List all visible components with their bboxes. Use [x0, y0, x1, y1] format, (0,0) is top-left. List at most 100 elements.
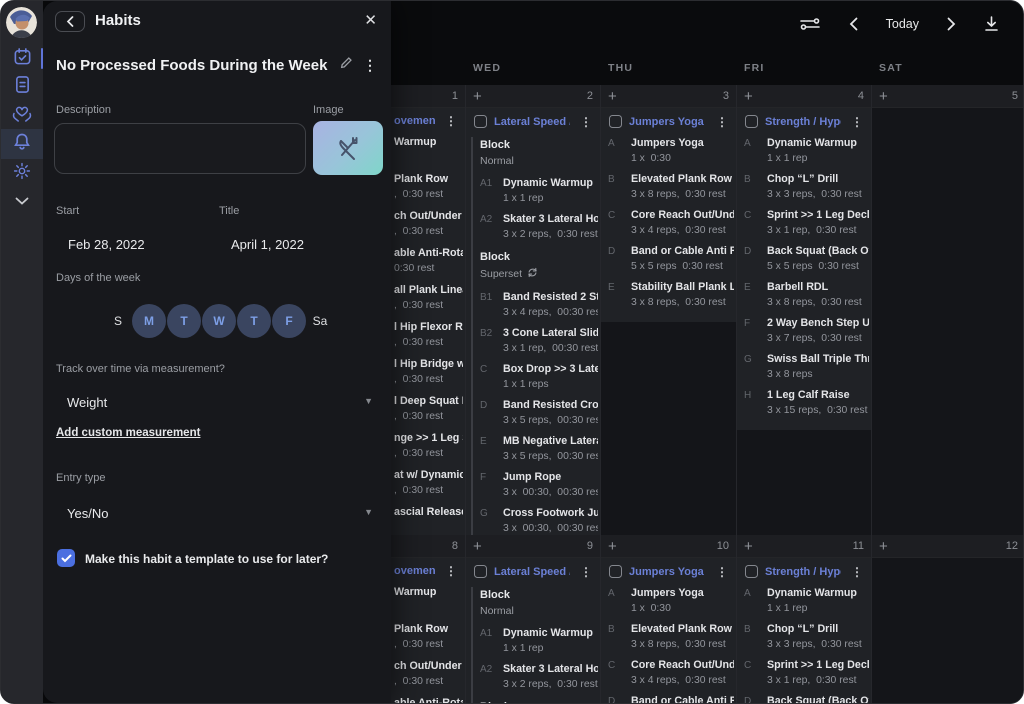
sidebar-item-gear[interactable]: [1, 159, 43, 187]
workout-card[interactable]: ovement Q...⋮WarmupPlank Row, 0:30 restc…: [391, 558, 465, 703]
sidebar-item-calendar-check[interactable]: [1, 45, 43, 73]
exercise-row[interactable]: ADynamic Warmup1 x 1 rep: [737, 587, 871, 623]
day-cell-body[interactable]: [872, 558, 1024, 703]
exercise-row[interactable]: A1Dynamic Warmup1 x 1 rep: [473, 177, 600, 213]
add-entry-icon[interactable]: +: [608, 539, 617, 554]
add-entry-icon[interactable]: +: [473, 539, 482, 554]
chevron-down-icon[interactable]: ▼: [364, 507, 373, 517]
start-date-value[interactable]: Feb 28, 2022: [68, 237, 145, 252]
workout-title[interactable]: Jumpers Yoga / Core: [629, 116, 706, 128]
sidebar-item-bell[interactable]: [1, 129, 43, 159]
day-cell-body[interactable]: ovement Q...⋮WarmupPlank Row, 0:30 restc…: [391, 108, 465, 535]
exercise-row[interactable]: CSprint >> 1 Leg Declarations3 x 1 rep, …: [737, 209, 871, 245]
sidebar-item-document[interactable]: [1, 73, 43, 101]
exercise-row[interactable]: CCore Reach Out/Under3 x 4 reps, 0:30 re…: [601, 209, 736, 245]
habit-image-tile[interactable]: [313, 121, 383, 175]
description-input[interactable]: [54, 123, 306, 174]
download-icon[interactable]: [984, 16, 999, 32]
workout-card[interactable]: Strength / Hypertro... ⋮ ADynamic Warmup1 …: [737, 108, 871, 430]
exercise-row[interactable]: BElevated Plank Row3 x 8 reps, 0:30 rest: [601, 173, 736, 209]
exercise-row[interactable]: F2 Way Bench Step Up3 x 7 reps, 0:30 res…: [737, 317, 871, 353]
template-checkbox[interactable]: [57, 549, 75, 567]
workout-title[interactable]: Lateral Speed / Plyo: [494, 566, 570, 578]
day-cell-body[interactable]: ovement Q...⋮WarmupPlank Row, 0:30 restc…: [391, 558, 465, 703]
workout-checkbox[interactable]: [609, 565, 622, 578]
workout-checkbox[interactable]: [745, 565, 758, 578]
back-button[interactable]: [55, 11, 85, 32]
exercise-row[interactable]: H1 Leg Calf Raise3 x 15 reps, 0:30 rest: [737, 389, 871, 425]
add-entry-icon[interactable]: +: [879, 89, 888, 104]
exercise-row[interactable]: AJumpers Yoga1 x 0:30: [601, 137, 736, 173]
exercise-row[interactable]: A1Dynamic Warmup1 x 1 rep: [473, 627, 600, 663]
workout-card[interactable]: Lateral Speed / Plyo⋮BlockNormalA1Dynami…: [466, 108, 600, 535]
exercise-row[interactable]: B1Band Resisted 2 Step Late...3 x 4 reps…: [473, 291, 600, 327]
entry-type-select[interactable]: Yes/No: [67, 506, 108, 521]
today-button[interactable]: Today: [886, 17, 919, 31]
day-cell-body[interactable]: Strength / Hypertro... ⋮ ADynamic Warmup1 …: [737, 108, 871, 535]
exercise-row[interactable]: GCross Footwork Jump Rope3 x 00:30, 00:3…: [473, 507, 600, 535]
workout-title[interactable]: ovement Q...: [394, 115, 435, 127]
workout-checkbox[interactable]: [474, 565, 487, 578]
kebab-menu-icon[interactable]: ⋮: [713, 566, 731, 578]
exercise-row[interactable]: DBand or Cable Anti Rotati...5 x 5 reps …: [601, 245, 736, 281]
day-circle-unselected[interactable]: Sa: [307, 314, 333, 328]
day-circle-selected[interactable]: W: [202, 304, 236, 338]
kebab-menu-icon[interactable]: ⋮: [848, 566, 866, 578]
filter-icon[interactable]: [799, 16, 821, 32]
day-cell-body[interactable]: Jumpers Yoga / Core⋮AJumpers Yoga1 x 0:3…: [601, 558, 736, 703]
exercise-row[interactable]: FJump Rope3 x 00:30, 00:30 rest: [473, 471, 600, 507]
add-entry-icon[interactable]: +: [879, 539, 888, 554]
workout-title[interactable]: Strength / Hypertro...: [765, 116, 841, 128]
workout-title[interactable]: ovement Q...: [394, 565, 435, 577]
exercise-row[interactable]: BChop “L” Drill3 x 3 reps, 0:30 rest: [737, 173, 871, 209]
exercise-row[interactable]: DBand Resisted Crossover...3 x 5 reps, 0…: [473, 399, 600, 435]
day-circle-selected[interactable]: T: [237, 304, 271, 338]
prev-icon[interactable]: [849, 17, 858, 31]
day-circle-selected[interactable]: T: [167, 304, 201, 338]
exercise-row[interactable]: CBox Drop >> 3 Lateral H...1 x 1 reps: [473, 363, 600, 399]
exercise-row[interactable]: DBack Squat (Back Off Set): [737, 695, 871, 703]
chevron-down-icon[interactable]: ▼: [364, 396, 373, 406]
exercise-row[interactable]: AJumpers Yoga1 x 0:30: [601, 587, 736, 623]
exercise-row[interactable]: BElevated Plank Row3 x 8 reps, 0:30 rest: [601, 623, 736, 659]
workout-card[interactable]: Jumpers Yoga / Core ⋮ AJumpers Yoga1 x 0:3…: [601, 108, 736, 322]
avatar[interactable]: [6, 7, 37, 38]
sidebar-item-chevron-down[interactable]: [1, 187, 43, 215]
workout-card[interactable]: Lateral Speed / Plyo⋮BlockNormalA1Dynami…: [466, 558, 600, 703]
day-circle-selected[interactable]: F: [272, 304, 306, 338]
exercise-row[interactable]: BChop “L” Drill3 x 3 reps, 0:30 rest: [737, 623, 871, 659]
exercise-row[interactable]: CCore Reach Out/Under3 x 4 reps, 0:30 re…: [601, 659, 736, 695]
workout-checkbox[interactable]: [745, 115, 758, 128]
workout-title[interactable]: Lateral Speed / Plyo: [494, 116, 570, 128]
kebab-menu-icon[interactable]: ⋮: [442, 565, 460, 577]
workout-title[interactable]: Strength / Hypertro...: [765, 566, 841, 578]
add-entry-icon[interactable]: +: [473, 89, 482, 104]
kebab-menu-icon[interactable]: ⋮: [713, 116, 731, 128]
measurement-select[interactable]: Weight: [67, 395, 107, 410]
workout-checkbox[interactable]: [474, 115, 487, 128]
exercise-row[interactable]: A2Skater 3 Lateral Hops >> ...3 x 2 reps…: [473, 663, 600, 699]
add-entry-icon[interactable]: +: [608, 89, 617, 104]
day-cell-body[interactable]: Jumpers Yoga / Core ⋮ AJumpers Yoga1 x 0:3…: [601, 108, 736, 535]
edit-pencil-icon[interactable]: [340, 56, 353, 74]
sidebar-item-heart-hands[interactable]: [1, 101, 43, 129]
exercise-row[interactable]: B23 Cone Lateral Slide3 x 1 rep, 00:30 r…: [473, 327, 600, 363]
add-custom-measurement-link[interactable]: Add custom measurement: [56, 427, 200, 439]
day-cell-body[interactable]: [872, 108, 1024, 535]
day-cell-body[interactable]: Strength / Hypertro... ⋮ ADynamic Warmup1 …: [737, 558, 871, 703]
day-circle-selected[interactable]: M: [132, 304, 166, 338]
end-date-value[interactable]: April 1, 2022: [231, 237, 304, 252]
day-cell-body[interactable]: Lateral Speed / Plyo⋮BlockNormalA1Dynami…: [466, 558, 600, 703]
day-circle-unselected[interactable]: S: [105, 314, 131, 328]
exercise-row[interactable]: GSwiss Ball Triple Threat3 x 8 reps: [737, 353, 871, 389]
habit-kebab-menu-icon[interactable]: ⋮: [363, 57, 377, 74]
workout-card[interactable]: Strength / Hypertro... ⋮ ADynamic Warmup1 …: [737, 558, 871, 703]
workout-card[interactable]: Jumpers Yoga / Core⋮AJumpers Yoga1 x 0:3…: [601, 558, 736, 703]
next-icon[interactable]: [947, 17, 956, 31]
exercise-row[interactable]: ADynamic Warmup1 x 1 rep: [737, 137, 871, 173]
exercise-row[interactable]: DBack Squat (Back Off Set)5 x 5 reps 0:3…: [737, 245, 871, 281]
exercise-row[interactable]: CSprint >> 1 Leg Declarations3 x 1 rep, …: [737, 659, 871, 695]
kebab-menu-icon[interactable]: ⋮: [848, 116, 866, 128]
workout-card[interactable]: ovement Q...⋮WarmupPlank Row, 0:30 restc…: [391, 108, 465, 535]
exercise-row[interactable]: EMB Negative Lateral Hop...3 x 5 reps, 0…: [473, 435, 600, 471]
